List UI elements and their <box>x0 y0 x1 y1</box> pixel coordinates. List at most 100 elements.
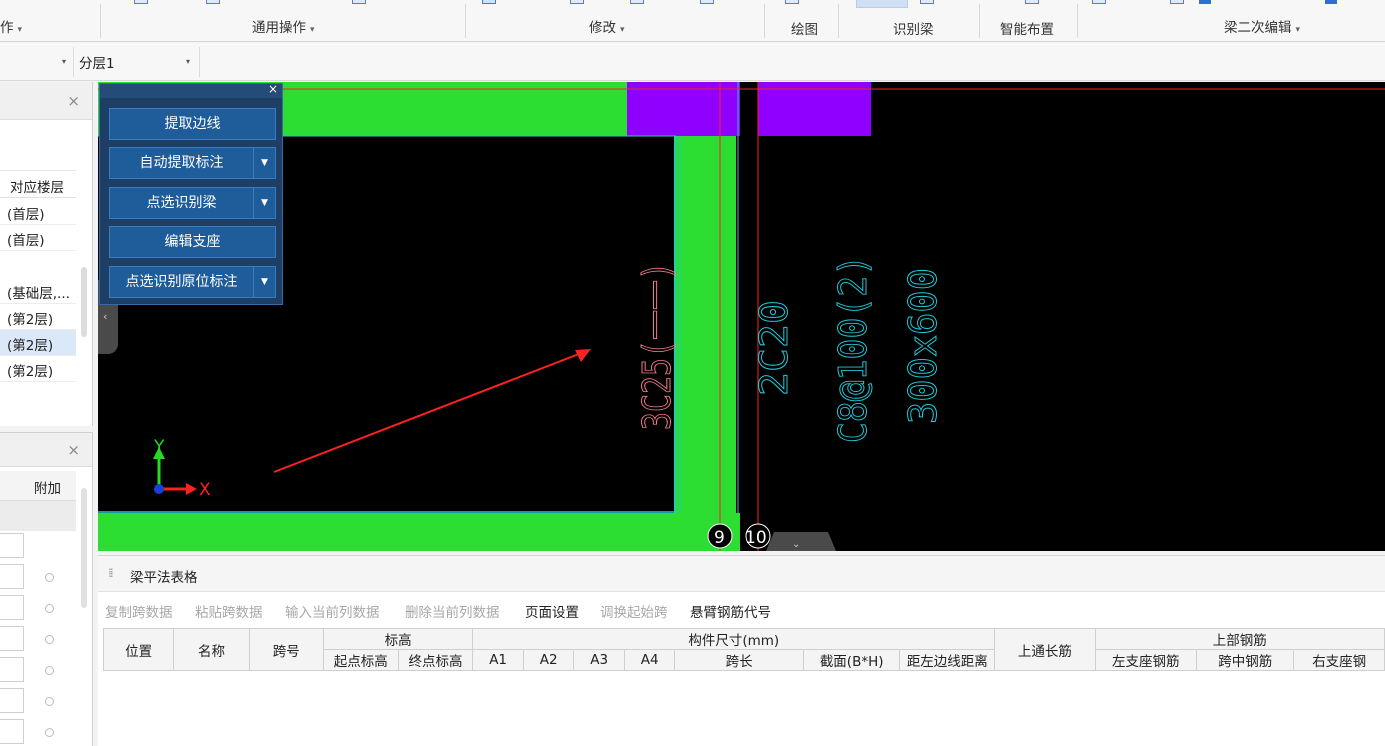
pick-identify-inplace-label-button[interactable]: 点选识别原位标注 ▼ <box>109 266 276 298</box>
ribbon-group-draw[interactable]: 绘图 <box>791 18 818 38</box>
list-item[interactable]: (第2层) <box>0 304 76 330</box>
text-stirrup[interactable]: C8@100(2) <box>831 255 876 444</box>
ribbon-icon-stub[interactable] <box>700 0 714 4</box>
col-header-a3[interactable]: A3 <box>573 649 625 671</box>
ribbon-icon-stub[interactable] <box>206 0 220 4</box>
extra-radio[interactable] <box>45 635 54 644</box>
ribbon-icon-stub[interactable] <box>785 0 799 4</box>
pick-identify-beam-button[interactable]: 点选识别梁 ▼ <box>109 187 276 219</box>
property-value-cell[interactable] <box>0 688 24 713</box>
list-item[interactable]: (第2层) <box>0 356 76 382</box>
floating-panel-titlebar[interactable]: × <box>100 82 282 98</box>
dropdown-arrow-icon[interactable]: ▼ <box>253 148 275 178</box>
input-column-data-button[interactable]: 输入当前列数据 <box>285 601 380 621</box>
col-header-mid-span[interactable]: 跨中钢筋 <box>1196 649 1295 671</box>
layer-dropdown[interactable]: 分层1 <box>79 52 115 72</box>
extra-radio[interactable] <box>45 728 54 737</box>
floor-dropdown-caret[interactable]: ▾ <box>62 52 66 68</box>
ribbon-icon-stub[interactable] <box>1092 0 1106 4</box>
ribbon-group-modify[interactable]: 修改 ▾ <box>589 16 625 36</box>
col-header-extra[interactable]: 附加 <box>0 471 76 501</box>
close-icon[interactable]: × <box>67 441 80 459</box>
annotation-bottom-rebar[interactable]: 3C25(一一) <box>635 262 680 431</box>
property-value-cell[interactable] <box>0 657 24 682</box>
col-header-section[interactable]: 截面(B*H) <box>802 649 901 671</box>
text-rebar-bottom[interactable]: 3C25(一一) <box>635 262 680 431</box>
col-header-floor[interactable]: 对应楼层 <box>0 170 76 198</box>
col-header-a1[interactable]: A1 <box>472 649 524 671</box>
delete-column-data-button[interactable]: 删除当前列数据 <box>405 601 500 621</box>
ribbon-icon-stub[interactable] <box>352 0 366 4</box>
col-header-span-no[interactable]: 跨号 <box>248 628 324 671</box>
drag-grip-icon[interactable]: ⁞⁞ <box>108 566 113 580</box>
extract-edge-button[interactable]: 提取边线 <box>109 108 276 140</box>
list-item-selected[interactable]: (第2层) <box>0 330 76 356</box>
ribbon-icon-stub[interactable] <box>920 0 934 4</box>
col-header-top-rebar[interactable]: 上部钢筋 <box>1094 628 1385 650</box>
checkbox-icon-stub[interactable] <box>1325 0 1337 4</box>
col-header-span-length[interactable]: 跨长 <box>674 649 804 671</box>
col-header-a4[interactable]: A4 <box>623 649 676 671</box>
paste-span-data-button[interactable]: 粘贴跨数据 <box>195 601 263 621</box>
extra-radio[interactable] <box>45 604 54 613</box>
annotation-section[interactable]: 300x600 <box>901 268 946 425</box>
ribbon-group-smart-layout[interactable]: 智能布置 <box>1000 18 1054 38</box>
column-top-right[interactable] <box>758 82 871 136</box>
close-icon[interactable]: × <box>268 82 278 96</box>
ribbon-group-label[interactable]: 作 ▾ <box>0 16 22 36</box>
col-header-elevation[interactable]: 标高 <box>322 628 474 650</box>
swap-start-span-button[interactable]: 调换起始跨 <box>600 601 668 621</box>
auto-extract-label-button[interactable]: 自动提取标注 ▼ <box>109 147 276 179</box>
property-value-cell[interactable] <box>0 564 24 589</box>
ribbon-icon-stub[interactable] <box>1025 0 1039 4</box>
column-top[interactable] <box>627 82 740 136</box>
col-header-end-elev[interactable]: 终点标高 <box>397 649 474 671</box>
cad-drawing-canvas[interactable]: 3C25(一一) 2C20 C8@100(2) 300x600 Y X 9 10… <box>98 82 1385 551</box>
list-item[interactable]: (首层) <box>0 199 76 225</box>
ribbon-group-identify-beam[interactable]: 识别梁 <box>893 18 934 38</box>
ribbon-icon-stub[interactable] <box>1170 0 1184 4</box>
extra-radio[interactable] <box>45 697 54 706</box>
annotation-top-rebar[interactable]: 2C20 <box>752 300 797 397</box>
col-header-name[interactable]: 名称 <box>173 628 250 671</box>
ribbon-icon-stub[interactable] <box>482 0 496 4</box>
property-value-cell[interactable] <box>0 595 24 620</box>
beam-vertical[interactable] <box>674 136 736 513</box>
annotation-stirrup[interactable]: C8@100(2) <box>831 255 876 444</box>
cantilever-rebar-code-button[interactable]: 悬臂钢筋代号 <box>690 601 771 621</box>
col-header-left-support[interactable]: 左支座钢筋 <box>1094 649 1198 671</box>
ribbon-group-beam-secondary-edit[interactable]: 梁二次编辑 ▾ <box>1224 16 1300 36</box>
close-icon[interactable]: × <box>67 92 80 110</box>
layer-dropdown-caret[interactable]: ▾ <box>186 52 190 68</box>
dropdown-arrow-icon[interactable]: ▼ <box>253 188 275 218</box>
col-header-position[interactable]: 位置 <box>102 628 175 671</box>
edit-support-button[interactable]: 编辑支座 <box>109 226 276 258</box>
cad-drawing[interactable]: 3C25(一一) 2C20 C8@100(2) 300x600 Y X 9 10… <box>98 82 1385 551</box>
ribbon-icon-stub[interactable] <box>630 0 644 4</box>
dropdown-arrow-icon[interactable]: ▼ <box>253 267 275 297</box>
col-header-top-through[interactable]: 上通长筋 <box>994 628 1096 671</box>
extra-radio[interactable] <box>45 573 54 582</box>
col-header-right-support[interactable]: 右支座钢 <box>1293 649 1385 671</box>
property-value-cell[interactable] <box>0 533 24 558</box>
col-header-dimensions[interactable]: 构件尺寸(mm) <box>472 628 996 650</box>
property-value-cell[interactable] <box>0 626 24 651</box>
checkbox-icon-stub[interactable] <box>1199 0 1211 4</box>
list-item[interactable]: (基础层,... <box>0 278 76 304</box>
col-header-start-elev[interactable]: 起点标高 <box>322 649 399 671</box>
property-value-cell[interactable] <box>0 719 24 744</box>
ribbon-icon-stub[interactable] <box>570 0 584 4</box>
panel-collapse-tab[interactable] <box>766 532 836 551</box>
beam-bottom[interactable] <box>98 513 740 551</box>
scrollbar[interactable] <box>81 488 87 608</box>
extra-radio[interactable] <box>45 666 54 675</box>
col-header-edge-distance[interactable]: 距左边线距离 <box>899 649 996 671</box>
text-rebar-top[interactable]: 2C20 <box>752 300 797 397</box>
ribbon-group-general-ops[interactable]: 通用操作 ▾ <box>252 16 315 36</box>
col-header-a2[interactable]: A2 <box>522 649 575 671</box>
text-section[interactable]: 300x600 <box>901 268 946 425</box>
ribbon-icon-stub[interactable] <box>134 0 148 4</box>
identify-beam-icon-stub[interactable] <box>856 0 908 8</box>
list-item[interactable]: (首层) <box>0 225 76 251</box>
scrollbar[interactable] <box>81 267 87 337</box>
